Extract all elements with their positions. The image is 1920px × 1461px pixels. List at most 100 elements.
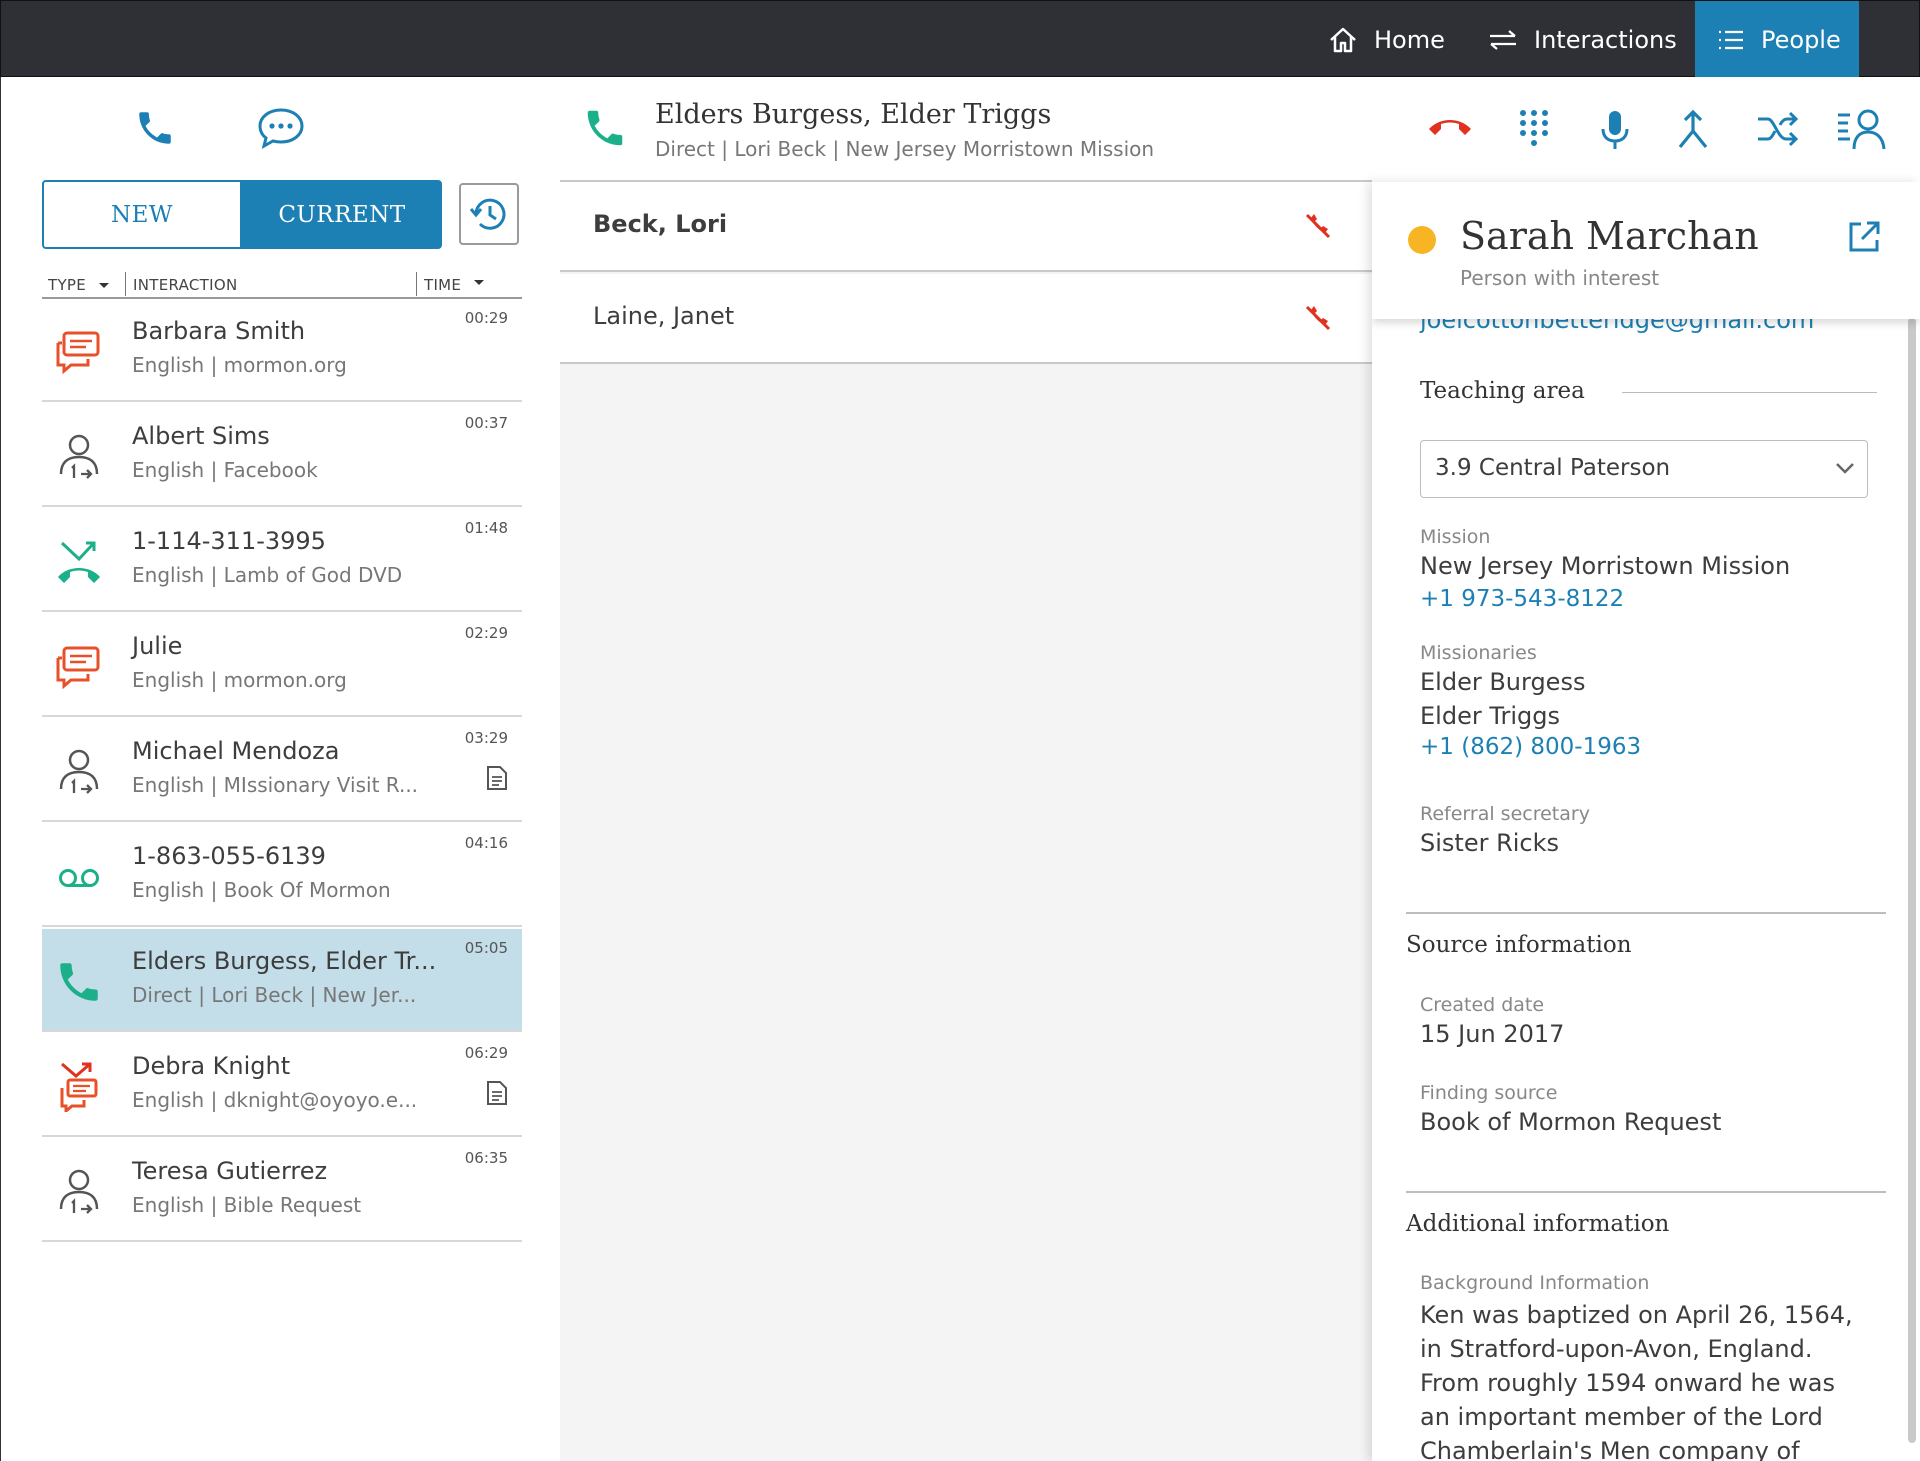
- chat-bubble-icon[interactable]: [256, 106, 306, 150]
- list-item[interactable]: 1-114-311-3995 English | Lamb of God DVD…: [42, 509, 522, 612]
- history-button[interactable]: [459, 183, 519, 245]
- interaction-time: 03:29: [464, 729, 508, 747]
- drop-call-icon[interactable]: [1304, 212, 1332, 240]
- teaching-area-select[interactable]: 3.9 Central Paterson: [1420, 440, 1868, 498]
- background-label: Background Information: [1420, 1272, 1650, 1294]
- mission-phone-link[interactable]: +1 973-543-8122: [1420, 586, 1624, 612]
- drop-call-icon[interactable]: [1304, 304, 1332, 332]
- column-separator: [416, 272, 417, 296]
- list-item[interactable]: Barbara Smith English | mormon.org 00:29: [42, 299, 522, 402]
- interaction-subtitle: English | mormon.org: [132, 353, 347, 377]
- participant-name: Laine, Janet: [593, 302, 735, 330]
- interaction-time: 01:48: [464, 519, 508, 537]
- source-information-heading: Source information: [1406, 932, 1632, 958]
- missionary-name: Elder Burgess: [1420, 668, 1586, 696]
- interaction-time: 00:29: [464, 309, 508, 327]
- phone-icon[interactable]: [134, 107, 176, 149]
- list-item[interactable]: Julie English | mormon.org 02:29: [42, 614, 522, 717]
- merge-icon[interactable]: [1676, 109, 1710, 151]
- interaction-time: 06:35: [464, 1149, 508, 1167]
- call-subtitle: Direct | Lori Beck | New Jersey Morristo…: [655, 137, 1155, 161]
- missed-call-icon: [58, 541, 100, 583]
- tab-new[interactable]: NEW: [42, 180, 242, 249]
- list-item[interactable]: Albert Sims English | Facebook 00:37: [42, 404, 522, 507]
- column-time[interactable]: TIME: [424, 276, 461, 294]
- status-indicator: [1408, 226, 1436, 254]
- interaction-subtitle: English | Book Of Mormon: [132, 878, 391, 902]
- list-item[interactable]: Michael Mendoza English | MIssionary Vis…: [42, 719, 522, 822]
- nav-interactions[interactable]: Interactions: [1488, 1, 1677, 78]
- column-type[interactable]: TYPE: [48, 276, 86, 294]
- additional-information-heading: Additional information: [1406, 1211, 1670, 1237]
- call-header: Elders Burgess, Elder Triggs Direct | Lo…: [560, 77, 1920, 182]
- person-transfer-icon: [59, 434, 99, 479]
- interaction-name: Elders Burgess, Elder Tr...: [132, 947, 437, 975]
- interaction-subtitle: English | dknight@oyoyo.e...: [132, 1088, 418, 1112]
- list-item-selected[interactable]: Elders Burgess, Elder Tr... Direct | Lor…: [42, 929, 522, 1032]
- person-transfer-icon: [59, 749, 99, 794]
- interaction-name: Barbara Smith: [132, 317, 306, 345]
- transfer-icon[interactable]: [1756, 111, 1800, 147]
- missionary-name: Elder Triggs: [1420, 702, 1560, 730]
- list-icon: [1719, 30, 1743, 49]
- list-item[interactable]: Teresa Gutierrez English | Bible Request…: [42, 1139, 522, 1242]
- missionaries-label: Missionaries: [1420, 642, 1537, 664]
- interaction-name: Teresa Gutierrez: [132, 1157, 328, 1185]
- interaction-subtitle: English | MIssionary Visit R...: [132, 773, 419, 797]
- sort-caret-icon: [99, 283, 109, 288]
- participant-row[interactable]: Laine, Janet: [560, 274, 1372, 364]
- phone-icon: [587, 110, 623, 146]
- people-list-icon[interactable]: [1836, 107, 1888, 151]
- history-icon: [469, 198, 506, 230]
- section-divider: [1406, 1191, 1886, 1193]
- interaction-time: 02:29: [464, 624, 508, 642]
- home-icon: [1330, 27, 1356, 52]
- background-text: Ken was baptized on April 26, 1564, in S…: [1420, 1301, 1853, 1461]
- person-detail-panel: Sarah Marchan Person with interest joelc…: [1372, 182, 1920, 1461]
- sort-caret-icon: [474, 280, 484, 285]
- hangup-icon[interactable]: [1426, 115, 1474, 139]
- person-role: Person with interest: [1460, 266, 1660, 290]
- section-divider: [1406, 912, 1886, 914]
- column-separator: [125, 272, 126, 296]
- column-interaction[interactable]: INTERACTION: [133, 276, 237, 294]
- missionaries-phone-link[interactable]: +1 (862) 800-1963: [1420, 734, 1641, 760]
- tab-current[interactable]: CURRENT: [242, 180, 442, 249]
- phone-icon: [60, 963, 98, 1001]
- microphone-icon[interactable]: [1600, 109, 1630, 151]
- list-item[interactable]: Debra Knight English | dknight@oyoyo.e..…: [42, 1034, 522, 1137]
- nav-home[interactable]: Home: [1328, 1, 1445, 78]
- interaction-subtitle: English | Facebook: [132, 458, 318, 482]
- scrollbar[interactable]: [1908, 318, 1916, 1443]
- mission-label: Mission: [1420, 526, 1491, 548]
- interaction-time: 05:05: [464, 939, 508, 957]
- participant-name: Beck, Lori: [593, 210, 728, 238]
- nav-people[interactable]: People: [1695, 1, 1859, 78]
- interaction-time: 06:29: [464, 1044, 508, 1062]
- interaction-time: 04:16: [464, 834, 508, 852]
- chat-icon: [56, 331, 100, 375]
- interaction-subtitle: English | mormon.org: [132, 668, 347, 692]
- dialpad-icon[interactable]: [1518, 109, 1550, 149]
- mission-value: New Jersey Morristown Mission: [1420, 552, 1791, 580]
- interaction-subtitle: English | Bible Request: [132, 1193, 362, 1217]
- voicemail-icon: [59, 869, 99, 887]
- person-card: Sarah Marchan Person with interest: [1372, 182, 1920, 319]
- call-detail-panel: Elders Burgess, Elder Triggs Direct | Lo…: [560, 77, 1920, 1461]
- top-navigation-bar: Home Interactions People: [0, 0, 1920, 78]
- interaction-list-panel: NEW CURRENT TYPE INTERACTION TIME Barbar…: [0, 77, 560, 1461]
- finding-source-value: Book of Mormon Request: [1420, 1108, 1722, 1136]
- section-rule: [1622, 392, 1877, 393]
- person-transfer-icon: [59, 1169, 99, 1214]
- referral-value: Sister Ricks: [1420, 829, 1560, 857]
- teaching-area-heading: Teaching area: [1420, 378, 1585, 404]
- swap-arrows-icon: [1490, 29, 1516, 50]
- open-external-icon[interactable]: [1847, 220, 1881, 254]
- list-item[interactable]: 1-863-055-6139 English | Book Of Mormon …: [42, 824, 522, 927]
- interaction-name: Debra Knight: [132, 1052, 291, 1080]
- document-icon[interactable]: [486, 765, 508, 791]
- person-name: Sarah Marchan: [1460, 214, 1759, 258]
- interaction-name: Michael Mendoza: [132, 737, 340, 765]
- document-icon[interactable]: [486, 1080, 508, 1106]
- participant-row[interactable]: Beck, Lori: [560, 182, 1372, 272]
